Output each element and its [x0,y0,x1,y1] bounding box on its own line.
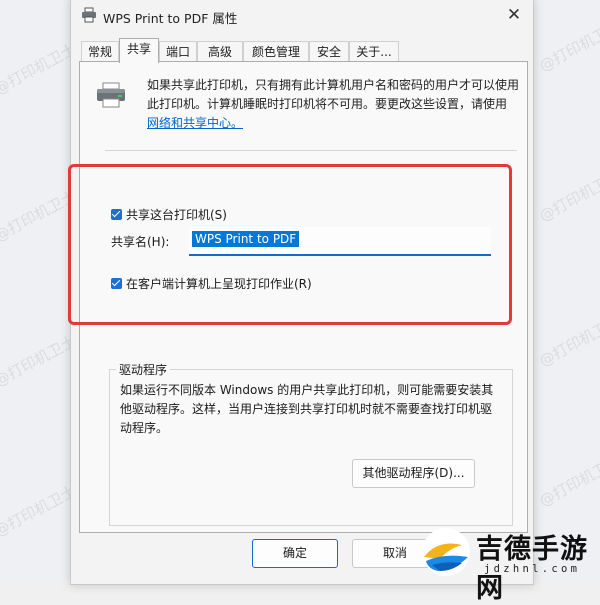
share-name-value: WPS Print to PDF [192,231,300,247]
tab-security[interactable]: 安全 [309,41,349,62]
share-printer-checkbox[interactable]: 共享这台打印机(S) [111,206,231,223]
share-printer-label: 共享这台打印机(S) [126,208,227,222]
printer-icon [82,7,96,23]
share-name-label: 共享名(H): [111,235,170,249]
window-title: WPS Print to PDF 属性 [103,11,238,26]
tab-about[interactable]: 关于... [349,41,399,62]
tab-color-management[interactable]: 颜色管理 [243,41,309,62]
tab-sharing[interactable]: 共享 [119,38,159,63]
printer-properties-dialog: WPS Print to PDF 属性 ✕ 常规 共享 端口 高级 颜色管理 安… [70,0,534,585]
share-name-input[interactable]: WPS Print to PDF [189,227,491,256]
ok-button[interactable]: 确定 [252,539,338,568]
close-icon: ✕ [506,5,522,25]
driver-group-legend: 驱动程序 [116,361,171,378]
tab-strip: 常规 共享 端口 高级 颜色管理 安全 关于... [79,38,529,63]
additional-drivers-button[interactable]: 其他驱动程序(D)... [352,459,475,488]
title-bar: WPS Print to PDF 属性 ✕ [71,0,533,33]
render-on-client-label: 在客户端计算机上呈现打印作业(R) [126,277,312,291]
sharing-info-text: 如果共享此打印机，只有拥有此计算机用户名和密码的用户才可以使用此打印机。计算机睡… [147,78,520,130]
render-on-client-checkbox[interactable]: 在客户端计算机上呈现打印作业(R) [111,275,312,292]
network-sharing-center-link[interactable]: 网络和共享中心。 [147,116,243,130]
share-group-divider [105,150,517,151]
driver-info-text: 如果运行不同版本 Windows 的用户共享此打印机，则可能需要安装其他驱动程序… [120,383,494,435]
brand-logo-icon [422,528,470,576]
checkbox-checked-icon [111,278,122,289]
site-brand: 吉德手游网 jdzhnl.com [418,523,600,604]
tab-advanced[interactable]: 高级 [197,41,243,62]
tab-ports[interactable]: 端口 [159,41,197,62]
checkbox-checked-icon [111,209,122,220]
tab-general[interactable]: 常规 [81,41,119,62]
printer-icon [97,82,125,108]
close-button[interactable]: ✕ [501,3,527,27]
brand-domain: jdzhnl.com [484,563,581,575]
